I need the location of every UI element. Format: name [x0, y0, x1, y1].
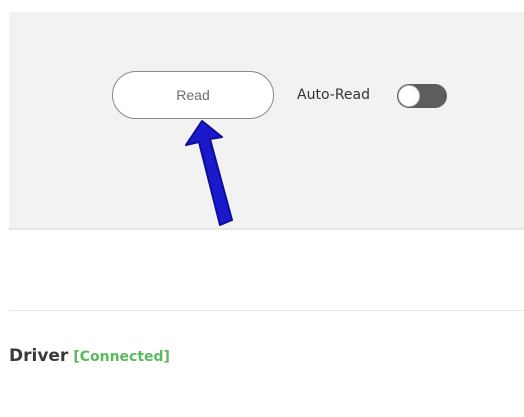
- connection-status: [Connected]: [73, 349, 170, 365]
- toggle-knob: [398, 85, 420, 107]
- driver-header: Driver [Connected]: [9, 346, 170, 366]
- auto-read-label: Auto-Read: [297, 87, 370, 103]
- panel-divider: [9, 228, 524, 230]
- control-panel: [9, 12, 524, 228]
- page: Read Auto-Read Driver [Connected]: [0, 0, 524, 417]
- arrow-up-icon: [185, 120, 233, 226]
- section-divider: [9, 310, 524, 311]
- read-button[interactable]: Read: [112, 71, 274, 119]
- auto-read-toggle[interactable]: [397, 84, 447, 108]
- driver-title: Driver: [9, 346, 69, 366]
